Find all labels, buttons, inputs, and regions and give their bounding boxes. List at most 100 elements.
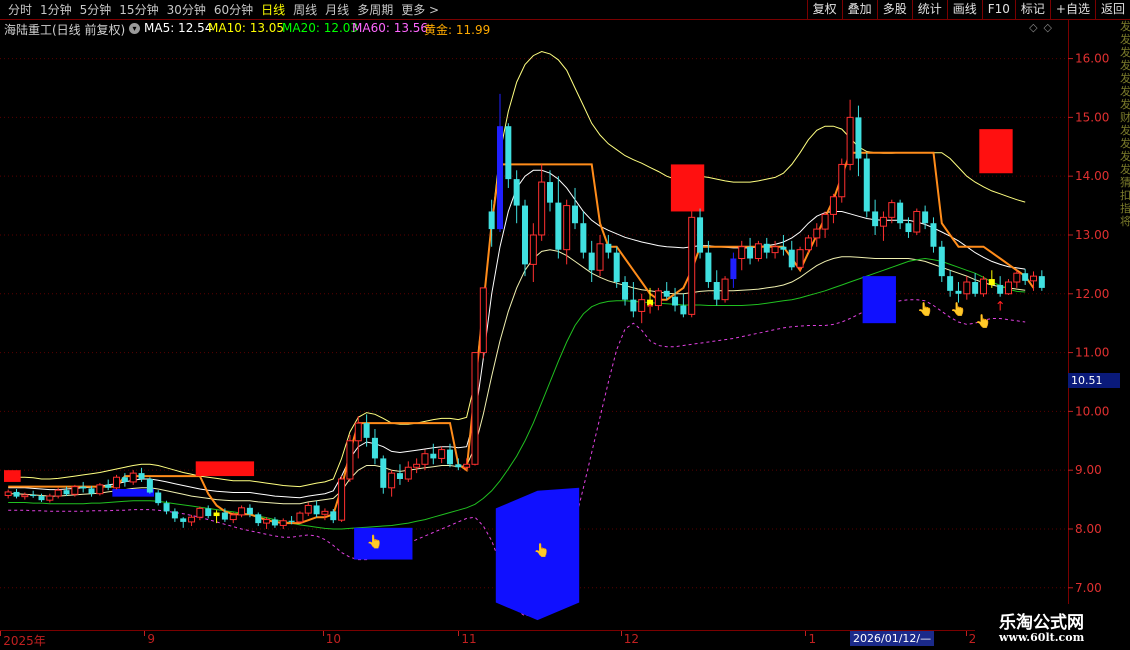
tab-period-3[interactable]: 15分钟 — [115, 1, 162, 19]
toolbar-button-1[interactable]: 叠加 — [841, 0, 877, 20]
candle — [738, 240, 746, 271]
candle-body — [596, 243, 604, 271]
candle — [371, 429, 378, 465]
candle — [380, 455, 387, 494]
candlestick-chart[interactable]: 👆 👆 ↑ 👆 👆 👆 ↑ — [0, 20, 1068, 630]
candle — [654, 287, 662, 311]
candle — [804, 234, 812, 253]
candle-body — [771, 246, 779, 254]
toolbar-button-5[interactable]: F10 — [981, 0, 1015, 20]
candle — [997, 276, 1004, 297]
tab-period-6[interactable]: 日线 — [257, 1, 289, 19]
signal-block — [979, 129, 1013, 174]
tab-period-10[interactable]: 更多 > — [397, 1, 443, 19]
candle-body — [1038, 276, 1045, 288]
candle-body — [330, 511, 337, 521]
candle — [872, 199, 879, 235]
toolbar-button-7[interactable]: +自选 — [1049, 0, 1095, 20]
tab-period-7[interactable]: 周线 — [289, 1, 321, 19]
candle-body — [96, 484, 104, 495]
candle-body — [913, 210, 921, 233]
toolbar-button-2[interactable]: 多股 — [876, 0, 912, 20]
candle — [713, 270, 720, 306]
candle-body — [846, 116, 854, 165]
candle — [688, 211, 696, 318]
candle-body — [804, 237, 812, 251]
tab-period-2[interactable]: 5分钟 — [76, 1, 116, 19]
candle-body — [4, 491, 12, 496]
candle-body — [630, 299, 637, 312]
candle — [730, 252, 737, 288]
candle-body — [838, 163, 846, 198]
candle-body — [613, 252, 620, 283]
candle-body — [663, 290, 670, 297]
candle-body — [471, 352, 479, 465]
tab-period-8[interactable]: 月线 — [321, 1, 353, 19]
candle-body — [1004, 281, 1012, 295]
tab-period-1[interactable]: 1分钟 — [36, 1, 76, 19]
candle — [279, 518, 287, 529]
arrow-up-icon: ↑ — [645, 303, 656, 318]
candle-body — [388, 472, 396, 489]
candle — [796, 246, 804, 271]
candle — [180, 517, 187, 528]
candle — [588, 240, 595, 283]
candle — [105, 479, 112, 491]
band-upper — [8, 50, 1026, 488]
candle-body — [821, 213, 829, 230]
candle — [438, 446, 446, 464]
price-tick-label: 11.00 — [1075, 346, 1109, 360]
candle-body — [829, 196, 837, 215]
watermark-url: www.60lt.com — [999, 631, 1085, 644]
candle — [430, 443, 437, 465]
toolbar-button-3[interactable]: 统计 — [911, 0, 947, 20]
candle — [979, 276, 987, 297]
candle-body — [13, 491, 20, 497]
candle — [747, 237, 754, 265]
candle — [513, 170, 520, 224]
candle-body — [263, 519, 271, 524]
tab-period-9[interactable]: 多周期 — [353, 1, 397, 19]
toolbar-button-8[interactable]: 返回 — [1094, 0, 1130, 20]
candle — [46, 493, 54, 503]
hand-pointer-icon: 👆 — [950, 302, 966, 318]
candle-body — [296, 512, 304, 523]
candle-body — [897, 202, 904, 224]
price-tick-label: 9.00 — [1075, 463, 1102, 477]
watermark: 乐淘公式网 www.60lt.com — [975, 604, 1130, 650]
candle-body — [171, 511, 178, 519]
candle-body — [71, 486, 79, 495]
candle — [238, 505, 246, 518]
candle — [705, 240, 712, 288]
candle — [471, 352, 479, 466]
candle — [613, 246, 620, 288]
candle-body — [888, 202, 896, 218]
candle-body — [513, 179, 520, 206]
candle-body — [988, 279, 995, 285]
candle — [1029, 271, 1037, 291]
candle-body — [930, 223, 937, 247]
hand-pointer-icon: 👆 — [917, 302, 933, 318]
tab-period-4[interactable]: 30分钟 — [163, 1, 210, 19]
price-tick-label: 12.00 — [1075, 287, 1109, 301]
candle — [205, 505, 212, 519]
candle — [938, 240, 945, 283]
candle — [888, 199, 896, 224]
candle-body — [346, 440, 354, 480]
signal-markers: 👆 👆 ↑ 👆 👆 👆 ↑ — [367, 300, 1006, 559]
signal-blocks — [4, 129, 1013, 621]
candle-body — [363, 423, 370, 438]
candle — [479, 287, 487, 359]
toolbar-button-4[interactable]: 画线 — [946, 0, 982, 20]
tab-period-5[interactable]: 60分钟 — [210, 1, 257, 19]
candle — [596, 234, 604, 277]
candle — [846, 99, 854, 171]
tab-period-0[interactable]: 分时 — [4, 1, 36, 19]
date-label: 9 — [147, 632, 156, 646]
toolbar-button-6[interactable]: 标记 — [1014, 0, 1050, 20]
date-label: 2025年 — [3, 634, 46, 648]
toolbar-button-0[interactable]: 复权 — [806, 0, 842, 20]
candle-body — [80, 486, 87, 489]
candle-body — [221, 512, 228, 520]
candle-body — [455, 464, 462, 468]
